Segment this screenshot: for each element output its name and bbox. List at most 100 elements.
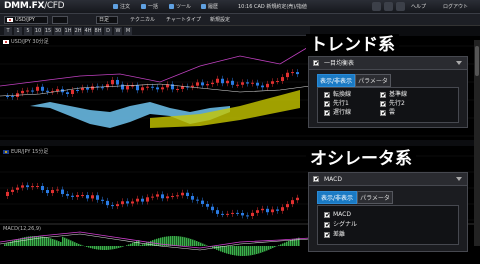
option-senkou2[interactable]: 先行2 [380, 99, 405, 109]
collapse-arrow-icon[interactable] [456, 61, 462, 65]
macd-histogram-bar [200, 242, 202, 246]
macd-histogram-bar [114, 246, 116, 249]
history-button[interactable]: 履歴 [198, 2, 221, 12]
candle [221, 78, 224, 84]
macd-histogram-bar [194, 240, 196, 246]
print-icon[interactable] [396, 2, 405, 11]
macd-histogram-bar [110, 246, 112, 250]
macd-histogram-bar [150, 240, 152, 246]
candle [161, 194, 164, 199]
bulk-button[interactable]: 一括 [138, 2, 161, 12]
panel-title: 一目均衡表 [324, 60, 355, 67]
macd-histogram-bar [264, 246, 266, 252]
macd-histogram-bar [90, 246, 92, 249]
logout-button[interactable]: ログアウト [440, 2, 471, 12]
order-button[interactable]: 注文 [110, 2, 133, 12]
tab-parameters[interactable]: パラメータ [355, 74, 391, 87]
camera-icon[interactable] [384, 2, 393, 11]
tools-button[interactable]: ツール [166, 2, 194, 12]
macd-histogram-bar [104, 246, 106, 250]
scroll-thumb[interactable] [475, 46, 479, 76]
candle [66, 194, 69, 196]
right-scrollbar[interactable] [474, 40, 480, 246]
timeframe-button[interactable]: 30 [54, 27, 62, 35]
macd-histogram-bar [160, 237, 162, 246]
candle [111, 79, 114, 85]
macd-histogram-bar [70, 240, 72, 246]
candle [176, 88, 179, 90]
candle [81, 195, 84, 197]
layout-select[interactable] [52, 16, 68, 24]
timeframe-button[interactable]: M [124, 27, 132, 35]
technical-button[interactable]: テクニカル [130, 16, 155, 24]
indicator-label: MACD(12,26,9) [3, 226, 41, 232]
candle [6, 191, 9, 196]
timeframe-button[interactable]: 5 [24, 27, 32, 35]
timeframe-button[interactable]: 1H [64, 27, 72, 35]
macd-histogram-bar [204, 244, 206, 246]
timeframe-button[interactable]: 2H [74, 27, 82, 35]
collapse-arrow-icon[interactable] [456, 177, 462, 181]
timeframe-button[interactable]: 1 [14, 27, 22, 35]
timeframe-button[interactable]: 8H [94, 27, 102, 35]
chart-symbol-label: USD/JPY 30分足 [3, 38, 49, 45]
candle [276, 80, 279, 82]
option-senkou1[interactable]: 先行1 [324, 99, 349, 109]
status-clock: 10:16 CAD 新規約定(売)/指値 [238, 4, 307, 10]
option-tenkan[interactable]: 転換線 [324, 90, 351, 100]
macd-histogram-bar [120, 246, 122, 248]
period-select[interactable]: 日足 [96, 16, 118, 24]
panel-title: MACD [324, 176, 342, 183]
candle [171, 196, 174, 198]
macd-toggle-checkbox[interactable] [313, 174, 320, 184]
tab-visibility[interactable]: 表示/非表示 [317, 191, 357, 204]
option-macd[interactable]: MACD [324, 210, 351, 220]
chikou-line [0, 45, 311, 87]
candle [261, 85, 264, 88]
option-kijun[interactable]: 基準線 [380, 90, 407, 100]
candle [31, 90, 34, 92]
macd-histogram-bar [4, 244, 6, 246]
option-signal[interactable]: シグナル [324, 220, 357, 230]
macd-histogram-bar [116, 246, 118, 249]
candle [161, 87, 164, 90]
candle [206, 84, 209, 86]
macd-histogram-bar [250, 246, 252, 256]
option-cloud[interactable]: 雲 [380, 108, 395, 118]
candle [191, 196, 194, 200]
macd-histogram-bar [260, 246, 262, 253]
tab-parameters[interactable]: パラメータ [357, 191, 393, 204]
macd-histogram-bar [256, 246, 258, 255]
timeframe-button[interactable]: 4H [84, 27, 92, 35]
timeframe-button[interactable]: 10 [34, 27, 42, 35]
macd-histogram-bar [218, 246, 220, 251]
candle [196, 82, 199, 86]
help-button[interactable]: ヘルプ [408, 2, 429, 12]
option-divergence[interactable]: 差離 [324, 230, 345, 240]
candle [181, 86, 184, 89]
chart-type-button[interactable]: チャートタイプ [166, 16, 201, 24]
candle [271, 81, 274, 84]
candle [196, 199, 199, 201]
timeframe-button[interactable]: T [4, 27, 12, 35]
us-flag-icon [3, 39, 9, 44]
mail-icon[interactable] [372, 2, 381, 11]
new-setting-button[interactable]: 新規設定 [210, 16, 230, 24]
candle [111, 205, 114, 207]
ichimoku-toggle-checkbox[interactable] [313, 58, 320, 68]
timeframe-button[interactable]: 15 [44, 27, 52, 35]
candle [211, 206, 214, 211]
timeframe-button[interactable]: W [114, 27, 122, 35]
timeframe-toolbar: T 1 5 10 15 30 1H 2H 4H 8H D W M [0, 26, 310, 36]
bulk-icon [141, 4, 146, 9]
tab-visibility[interactable]: 表示/非表示 [317, 74, 355, 87]
symbol-select[interactable]: USD/JPY [4, 16, 48, 24]
option-chikou[interactable]: 遅行線 [324, 108, 351, 118]
macd-histogram-bar [240, 246, 242, 256]
candle [86, 195, 89, 199]
timeframe-button[interactable]: D [104, 27, 112, 35]
visibility-options: 転換線 基準線 先行1 先行2 遅行線 雲 [317, 87, 459, 123]
candle [86, 87, 89, 90]
macd-histogram-bar [188, 238, 190, 246]
macd-histogram-bar [156, 238, 158, 246]
